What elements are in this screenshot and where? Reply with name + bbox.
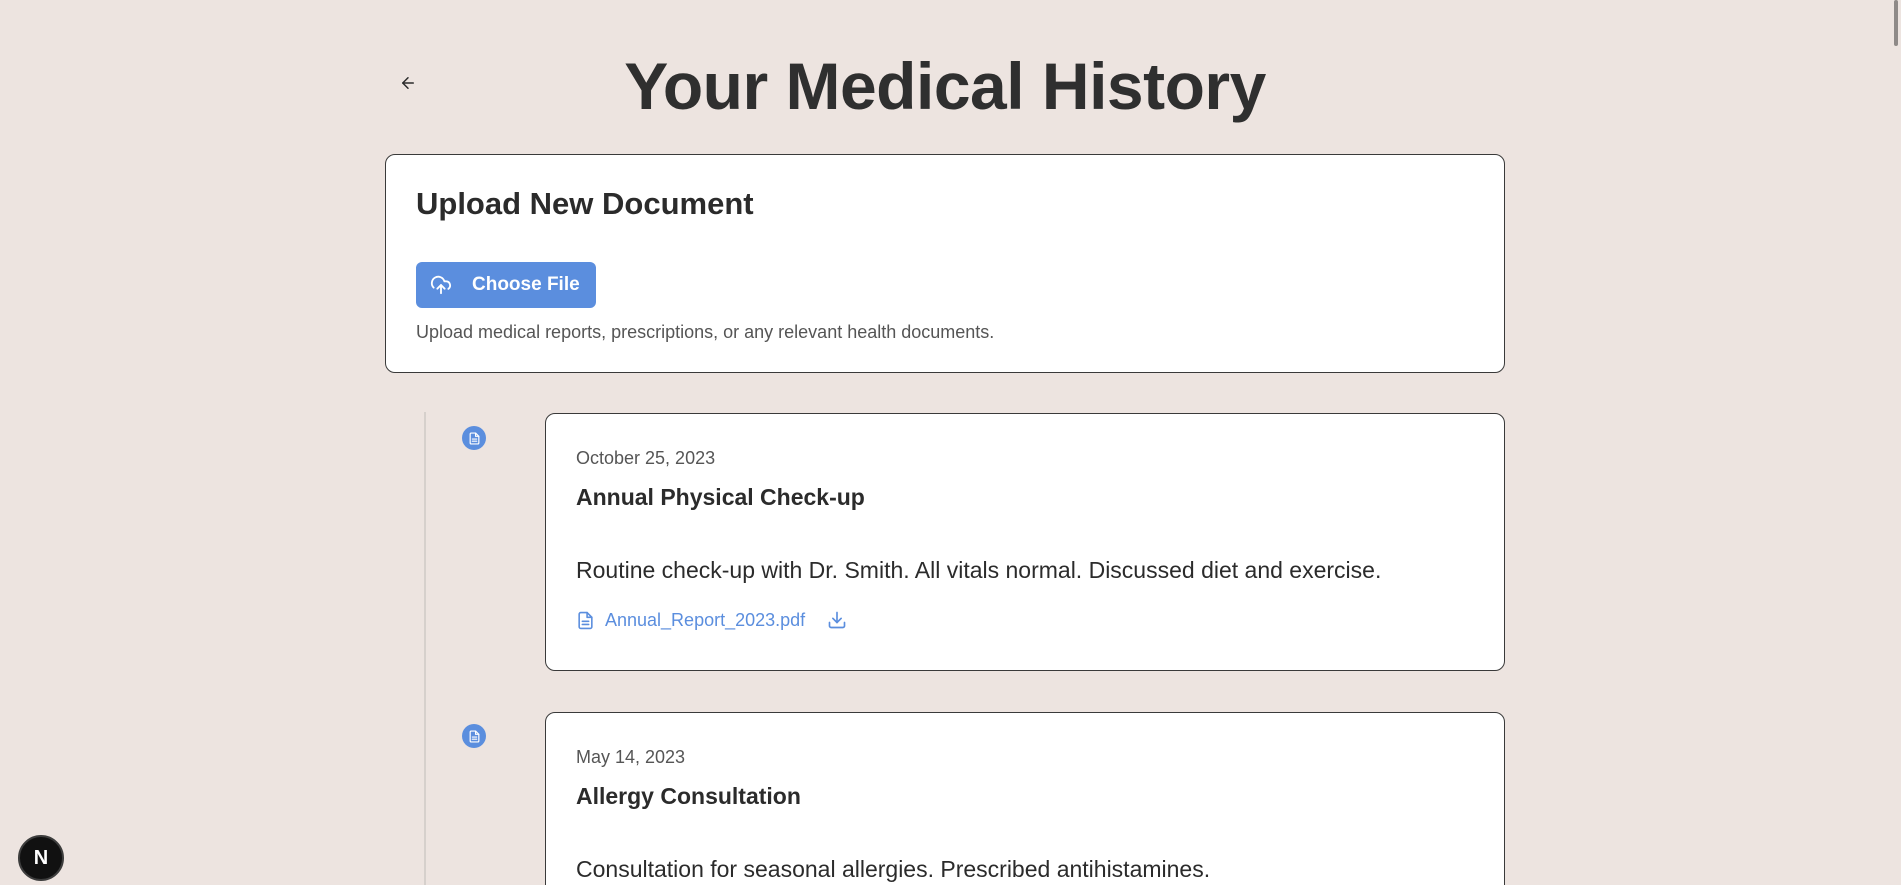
upload-card: Upload New Document Choose File Upload m… bbox=[385, 154, 1505, 373]
choose-file-label: Choose File bbox=[472, 274, 580, 295]
timeline-dot bbox=[462, 724, 486, 748]
record-title: Annual Physical Check-up bbox=[576, 484, 865, 510]
choose-file-button[interactable]: Choose File bbox=[416, 262, 596, 308]
cloud-upload-icon bbox=[430, 275, 451, 295]
record-date: May 14, 2023 bbox=[576, 747, 686, 767]
scrollbar-thumb[interactable] bbox=[1894, 0, 1898, 46]
upload-title: Upload New Document bbox=[416, 186, 754, 221]
timeline-dot bbox=[462, 426, 486, 450]
timeline-line bbox=[424, 412, 426, 885]
dev-tools-badge[interactable]: N bbox=[18, 835, 64, 881]
record-date: October 25, 2023 bbox=[576, 448, 716, 468]
upload-help-text: Upload medical reports, prescriptions, o… bbox=[416, 322, 995, 342]
file-text-icon bbox=[469, 431, 479, 445]
file-text-icon bbox=[469, 729, 479, 743]
medical-history-page: Your Medical History Upload New Document… bbox=[0, 0, 1901, 885]
record-card: October 25, 2023 Annual Physical Check-u… bbox=[545, 413, 1505, 671]
file-text-icon bbox=[578, 611, 593, 629]
attachment-link[interactable]: Annual_Report_2023.pdf bbox=[605, 608, 805, 632]
record-description: Consultation for seasonal allergies. Pre… bbox=[576, 856, 1211, 882]
record-card: May 14, 2023 Allergy Consultation Consul… bbox=[545, 712, 1505, 885]
record-title: Allergy Consultation bbox=[576, 783, 801, 809]
page-scrollbar[interactable] bbox=[1891, 0, 1901, 885]
record-description: Routine check-up with Dr. Smith. All vit… bbox=[576, 557, 1382, 583]
download-button[interactable] bbox=[827, 610, 847, 630]
record-attachment: Annual_Report_2023.pdf bbox=[576, 608, 847, 632]
page-title: Your Medical History bbox=[624, 49, 1266, 123]
download-icon bbox=[828, 611, 846, 629]
